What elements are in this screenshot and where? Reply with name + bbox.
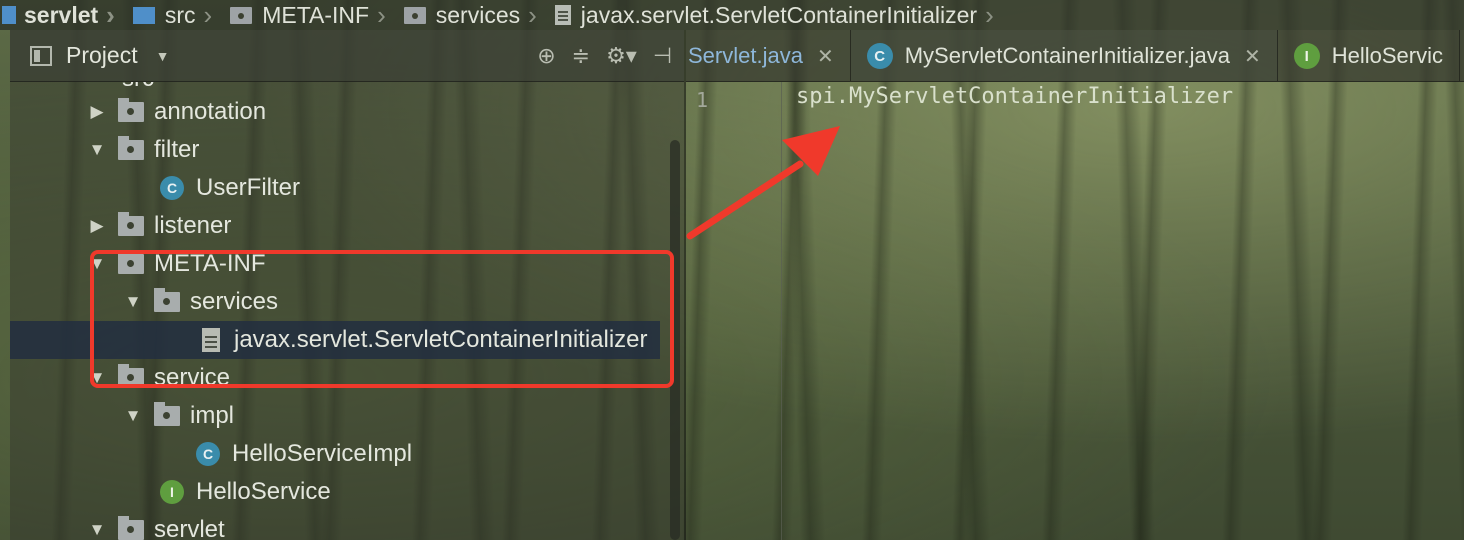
breadcrumb-src[interactable]: src › (125, 0, 222, 30)
breadcrumb-services[interactable]: services › (396, 0, 547, 30)
breadcrumb-label: src (164, 1, 196, 28)
tree-item-label: src (122, 82, 154, 93)
interface-icon: I (1293, 43, 1320, 69)
close-icon[interactable]: ✕ (1244, 44, 1261, 69)
tab-servlet-java[interactable]: Servlet.java ✕ (686, 30, 851, 81)
class-icon: C (160, 176, 184, 200)
project-tool-window: Project ▼ ⊕ ≑ ⚙▾ ⊣ src ▶ annotation ▼ fi… (10, 30, 684, 540)
editor-area: Servlet.java ✕ C MyServletContainerIniti… (684, 30, 1464, 540)
tree-item-servlet[interactable]: ▼ servlet (10, 511, 660, 540)
breadcrumb-label: services (435, 1, 521, 28)
chevron-right-icon: › (528, 0, 537, 30)
tree-item-label: impl (190, 402, 235, 429)
collapse-arrow-icon[interactable]: ▼ (88, 368, 106, 388)
tab-hello-service[interactable]: I HelloServic (1278, 30, 1461, 81)
folder-icon (118, 136, 144, 160)
tree-item-helloservice[interactable]: I HelloService (10, 473, 660, 511)
collapse-arrow-icon[interactable]: ▼ (88, 140, 106, 160)
folder-icon (403, 6, 426, 24)
tree-item-service[interactable]: ▼ service (10, 359, 660, 397)
folder-icon (118, 212, 144, 236)
settings-icon[interactable]: ⚙▾ (606, 43, 637, 69)
chevron-right-icon: › (985, 0, 994, 30)
chevron-right-icon: › (106, 0, 115, 30)
breadcrumb-label: META-INF (262, 1, 370, 28)
project-view-selector[interactable]: Project ▼ (30, 42, 169, 69)
project-icon (30, 45, 52, 66)
folder-icon (118, 250, 144, 274)
tree-item-userfilter[interactable]: C UserFilter (10, 169, 660, 207)
tree-item-servlet-container-initializer-file[interactable]: javax.servlet.ServletContainerInitialize… (10, 321, 660, 359)
tree-item-label: filter (154, 136, 200, 163)
tree-item-helloserviceimpl[interactable]: C HelloServiceImpl (10, 435, 660, 473)
collapse-all-icon[interactable]: ≑ (572, 43, 590, 69)
project-toolbar: ⊕ ≑ ⚙▾ ⊣ (537, 30, 672, 82)
editor-tabs: Servlet.java ✕ C MyServletContainerIniti… (686, 30, 1464, 82)
dropdown-caret-icon: ▼ (155, 47, 170, 64)
module-icon (2, 6, 16, 24)
tree-item-label: services (190, 288, 279, 315)
tree-item-filter[interactable]: ▼ filter (10, 131, 660, 169)
tree-item-label: listener (154, 212, 232, 239)
tree-item-label: META-INF (154, 250, 266, 277)
tab-my-servlet-container-initializer[interactable]: C MyServletContainerInitializer.java ✕ (850, 30, 1278, 81)
folder-icon (118, 364, 144, 388)
expand-arrow-icon[interactable]: ▶ (88, 102, 106, 122)
collapse-arrow-icon[interactable]: ▼ (88, 254, 106, 274)
chevron-right-icon: › (203, 0, 213, 30)
tree-item-label: HelloServiceImpl (232, 440, 413, 467)
project-tree: src ▶ annotation ▼ filter C UserFilter ▶… (10, 82, 670, 540)
tree-item-label: annotation (154, 98, 267, 125)
breadcrumb-servlet[interactable]: servlet › (0, 0, 125, 30)
breadcrumb-label: javax.servlet.ServletContainerInitialize… (580, 1, 978, 28)
source-folder-icon (132, 6, 155, 24)
navigation-breadcrumb: servlet › src › META-INF › services › ja… (0, 0, 1464, 30)
line-gutter: 1 (686, 82, 782, 540)
line-number: 1 (696, 88, 709, 112)
locate-icon[interactable]: ⊕ (537, 43, 555, 69)
code-line[interactable]: spi.MyServletContainerInitializer (796, 84, 1233, 109)
hide-icon[interactable]: ⊣ (653, 43, 672, 69)
tree-item-listener[interactable]: ▶ listener (10, 207, 660, 245)
folder-icon (118, 516, 144, 540)
breadcrumb-file[interactable]: javax.servlet.ServletContainerInitialize… (547, 0, 1004, 30)
class-icon: C (196, 442, 220, 466)
tab-label: MyServletContainerInitializer.java (904, 43, 1230, 68)
project-header: Project ▼ ⊕ ≑ ⚙▾ ⊣ (10, 30, 684, 82)
folder-icon (230, 6, 253, 24)
tab-label: Servlet.java (688, 43, 803, 68)
tree-item-label: HelloService (196, 478, 331, 505)
project-title: Project (66, 42, 138, 68)
text-file-icon (202, 328, 220, 352)
tree-item-label: servlet (154, 516, 225, 540)
folder-icon (118, 98, 144, 122)
tree-item-annotation[interactable]: ▶ annotation (10, 93, 660, 131)
interface-icon: I (160, 480, 184, 504)
collapse-arrow-icon[interactable]: ▼ (124, 292, 142, 312)
close-icon[interactable]: ✕ (817, 44, 834, 69)
tree-item-impl[interactable]: ▼ impl (10, 397, 660, 435)
collapse-arrow-icon[interactable]: ▼ (88, 520, 106, 540)
breadcrumb-label: servlet (24, 1, 99, 28)
folder-icon (154, 402, 180, 426)
tab-label: HelloServic (1331, 43, 1444, 68)
collapse-arrow-icon[interactable]: ▼ (124, 406, 142, 426)
tree-scrollbar[interactable] (670, 140, 680, 540)
tree-item-label: service (154, 364, 231, 391)
tree-item-meta-inf[interactable]: ▼ META-INF (10, 245, 660, 283)
tree-item-label: UserFilter (196, 174, 301, 201)
folder-icon (154, 288, 180, 312)
text-file-icon (554, 5, 571, 25)
class-icon: C (866, 43, 893, 69)
chevron-right-icon: › (377, 0, 386, 30)
expand-arrow-icon[interactable]: ▶ (88, 216, 106, 236)
tree-item-services[interactable]: ▼ services (10, 283, 660, 321)
breadcrumb-meta-inf[interactable]: META-INF › (222, 0, 396, 30)
tree-item-label: javax.servlet.ServletContainerInitialize… (234, 326, 648, 353)
